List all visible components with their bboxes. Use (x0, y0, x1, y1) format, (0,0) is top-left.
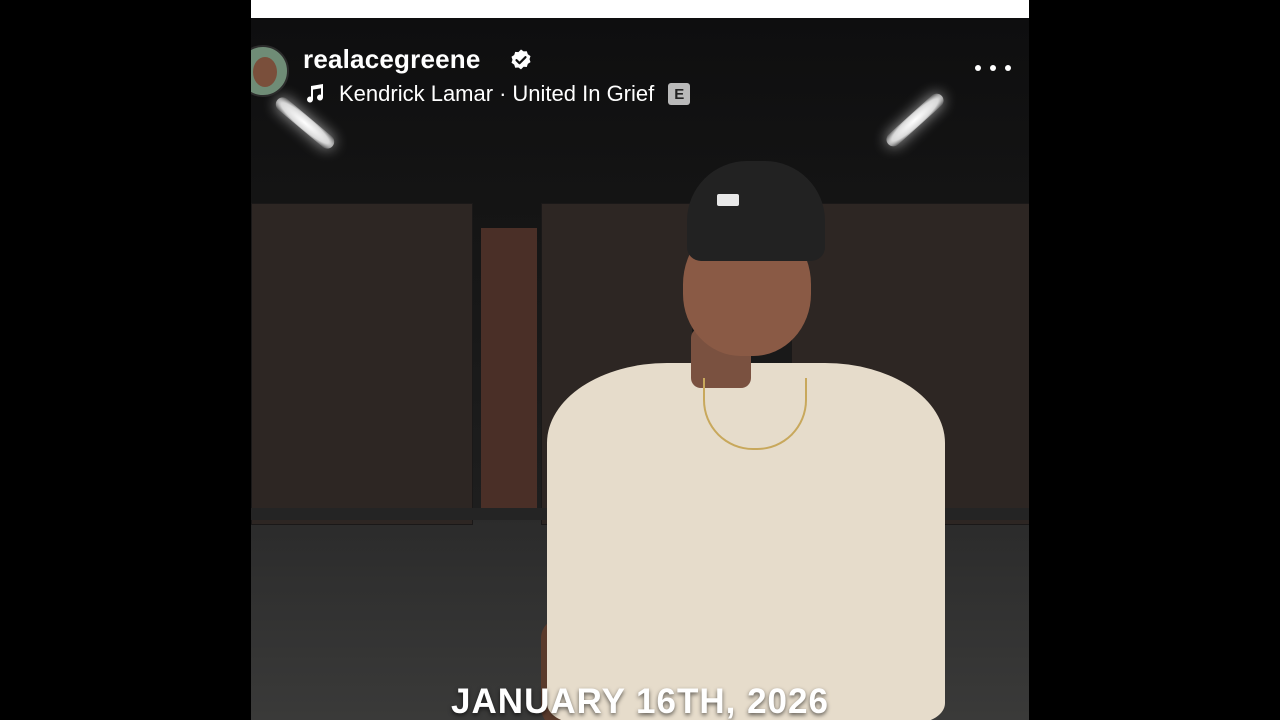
avatar[interactable] (251, 45, 289, 97)
music-note-icon (307, 84, 324, 103)
post-header: realacegreene Kendrick Lamar · United In… (251, 0, 1029, 110)
avatar-face (253, 57, 277, 87)
wall-panel (251, 203, 473, 525)
backwards-cap (687, 161, 825, 261)
more-options-icon[interactable] (975, 58, 1011, 78)
separator: · (499, 81, 507, 106)
cap-logo (717, 194, 739, 206)
audio-track-link[interactable]: Kendrick Lamar · United In Grief E (303, 80, 691, 108)
brick-column (481, 228, 537, 518)
dot (990, 65, 996, 71)
username-link[interactable]: realacegreene (303, 44, 481, 75)
artist-name: Kendrick Lamar (339, 81, 494, 106)
explicit-badge: E (668, 83, 691, 105)
date-caption: JANUARY 16TH, 2026 (451, 682, 829, 720)
track-name: United In Grief (512, 81, 655, 106)
dot (975, 65, 981, 71)
dot (1005, 65, 1011, 71)
verified-badge-icon (511, 49, 531, 70)
post-container: realacegreene Kendrick Lamar · United In… (251, 0, 1029, 720)
video-frame[interactable] (251, 18, 1029, 720)
